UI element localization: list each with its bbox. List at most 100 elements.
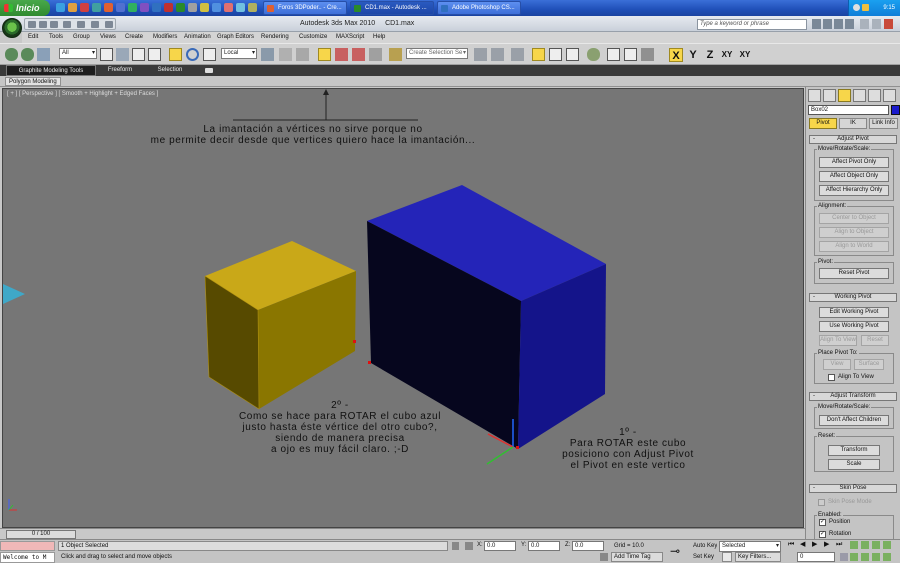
- go-to-start-icon[interactable]: ⏮: [788, 541, 796, 549]
- menu-help[interactable]: Help: [373, 32, 385, 43]
- time-tag-icon[interactable]: [600, 553, 608, 561]
- key-mode-dropdown[interactable]: Selected: [719, 541, 781, 552]
- menu-edit[interactable]: Edit: [28, 32, 38, 43]
- select-and-rotate-icon[interactable]: [186, 48, 199, 61]
- previous-frame-icon[interactable]: ◀: [800, 541, 808, 549]
- quicklaunch-icon[interactable]: [248, 3, 257, 12]
- utilities-panel-icon[interactable]: [883, 89, 896, 102]
- current-frame-input[interactable]: 0: [797, 552, 835, 562]
- select-and-link-icon[interactable]: [5, 48, 18, 61]
- folder-icon[interactable]: [68, 3, 77, 12]
- perspective-viewport[interactable]: [ + ] [ Perspective ] [ Smooth + Highlig…: [2, 88, 804, 528]
- quicklaunch-icon[interactable]: [224, 3, 233, 12]
- project-folder-icon[interactable]: [91, 21, 99, 28]
- snaps-toggle-icon[interactable]: [318, 48, 331, 61]
- absolute-mode-icon[interactable]: [465, 542, 473, 550]
- layer-manager-icon[interactable]: [511, 48, 524, 61]
- maxscript-mini-listener-pink[interactable]: [0, 541, 55, 551]
- keyboard-shortcut-icon[interactable]: [296, 48, 309, 61]
- 3dsmax-icon[interactable]: [176, 3, 185, 12]
- tray-icon[interactable]: [853, 4, 860, 11]
- pan-view-icon[interactable]: [861, 553, 869, 561]
- schematic-view-icon[interactable]: [566, 48, 579, 61]
- scale-button[interactable]: Scale: [828, 459, 880, 470]
- percent-snap-icon[interactable]: [352, 48, 365, 61]
- maxscript-listener[interactable]: Welcome to M: [0, 552, 55, 563]
- auto-key-button[interactable]: Auto Key: [690, 541, 718, 551]
- close-icon[interactable]: [884, 19, 893, 29]
- create-panel-icon[interactable]: [808, 89, 821, 102]
- menu-tools[interactable]: Tools: [49, 32, 63, 43]
- material-editor-icon[interactable]: [587, 48, 600, 61]
- redo-icon[interactable]: [77, 21, 85, 28]
- z-coordinate-input[interactable]: 0.0: [572, 541, 604, 551]
- menu-group[interactable]: Group: [73, 32, 90, 43]
- menu-graph-editors[interactable]: Graph Editors: [217, 32, 254, 43]
- select-and-move-icon[interactable]: [169, 48, 182, 61]
- media-icon[interactable]: [80, 3, 89, 12]
- next-frame-icon[interactable]: ▶: [824, 541, 832, 549]
- object-name-field[interactable]: Box02: [808, 105, 889, 115]
- affect-hierarchy-only-button[interactable]: Affect Hierarchy Only: [819, 185, 889, 196]
- rollout-adjust-pivot[interactable]: Adjust Pivot: [809, 135, 897, 144]
- mirror-icon[interactable]: [474, 48, 487, 61]
- play-icon[interactable]: ▶: [812, 541, 820, 549]
- spinner-snap-icon[interactable]: [369, 48, 382, 61]
- 3dsmax-logo-icon[interactable]: [2, 18, 22, 38]
- menu-views[interactable]: Views: [100, 32, 116, 43]
- rectangular-selection-icon[interactable]: [132, 48, 145, 61]
- time-slider[interactable]: 0 / 100: [0, 528, 805, 539]
- field-of-view-icon[interactable]: [850, 553, 858, 561]
- panel-polygon-modeling[interactable]: Polygon Modeling: [5, 77, 61, 86]
- star-icon[interactable]: [834, 19, 843, 29]
- window-crossing-icon[interactable]: [148, 48, 161, 61]
- tab-selection[interactable]: Selection: [150, 65, 190, 76]
- use-working-pivot-button[interactable]: Use Working Pivot: [819, 321, 889, 332]
- quicklaunch-icon[interactable]: [164, 3, 173, 12]
- search-icon[interactable]: [812, 19, 821, 29]
- quicklaunch-icon[interactable]: [200, 3, 209, 12]
- pivot-center-icon[interactable]: [261, 48, 274, 61]
- reset-button[interactable]: Reset: [861, 335, 889, 346]
- object-color-swatch[interactable]: [891, 105, 900, 115]
- hierarchy-panel-icon[interactable]: [838, 89, 851, 102]
- tray-icon[interactable]: [862, 4, 869, 11]
- maximize-icon[interactable]: [872, 19, 881, 29]
- select-and-scale-icon[interactable]: [203, 48, 216, 61]
- time-config-icon[interactable]: [840, 553, 848, 561]
- taskbar-task-firefox[interactable]: Foros 3DPoder.. - Cre...: [263, 1, 347, 15]
- dont-affect-children-button[interactable]: Don't Affect Children: [819, 415, 889, 426]
- bind-to-space-warp-icon[interactable]: [37, 48, 50, 61]
- quicklaunch-icon[interactable]: [116, 3, 125, 12]
- menu-rendering[interactable]: Rendering: [261, 32, 289, 43]
- lock-selection-icon[interactable]: [452, 542, 459, 550]
- minimize-icon[interactable]: [860, 19, 869, 29]
- edit-working-pivot-button[interactable]: Edit Working Pivot: [819, 307, 889, 318]
- align-to-object-button[interactable]: Align to Object: [819, 227, 889, 238]
- render-setup-icon[interactable]: [607, 48, 620, 61]
- zoom-extents-all-icon[interactable]: [883, 541, 891, 549]
- quicklaunch-icon[interactable]: [92, 3, 101, 12]
- select-by-name-icon[interactable]: [116, 48, 129, 61]
- photoshop-icon[interactable]: [152, 3, 161, 12]
- position-checkbox[interactable]: ✓: [819, 519, 826, 526]
- tab-ik[interactable]: IK: [839, 118, 867, 129]
- edit-named-selection-icon[interactable]: [389, 48, 402, 61]
- ie-icon[interactable]: [56, 3, 65, 12]
- menu-maxscript[interactable]: MAXScript: [336, 32, 364, 43]
- orbit-icon[interactable]: [872, 553, 880, 561]
- align-to-view-button[interactable]: Align To View: [819, 335, 857, 346]
- affect-pivot-only-button[interactable]: Affect Pivot Only: [819, 157, 889, 168]
- named-selection-dropdown[interactable]: Create Selection Se: [406, 48, 468, 59]
- tab-graphite-modeling-tools[interactable]: Graphite Modeling Tools: [6, 65, 96, 76]
- search-input[interactable]: Type a keyword or phrase: [697, 19, 807, 30]
- key-icon[interactable]: ⊸: [670, 544, 680, 558]
- zoom-all-icon[interactable]: [861, 541, 869, 549]
- pivot-y-axis[interactable]: [486, 446, 514, 465]
- surface-button[interactable]: Surface: [854, 359, 884, 370]
- taskbar-task-3dsmax[interactable]: CD1.max - Autodesk ...: [350, 1, 434, 15]
- open-file-icon[interactable]: [39, 21, 47, 28]
- quicklaunch-icon[interactable]: [128, 3, 137, 12]
- menu-modifiers[interactable]: Modifiers: [153, 32, 177, 43]
- firefox-icon[interactable]: [104, 3, 113, 12]
